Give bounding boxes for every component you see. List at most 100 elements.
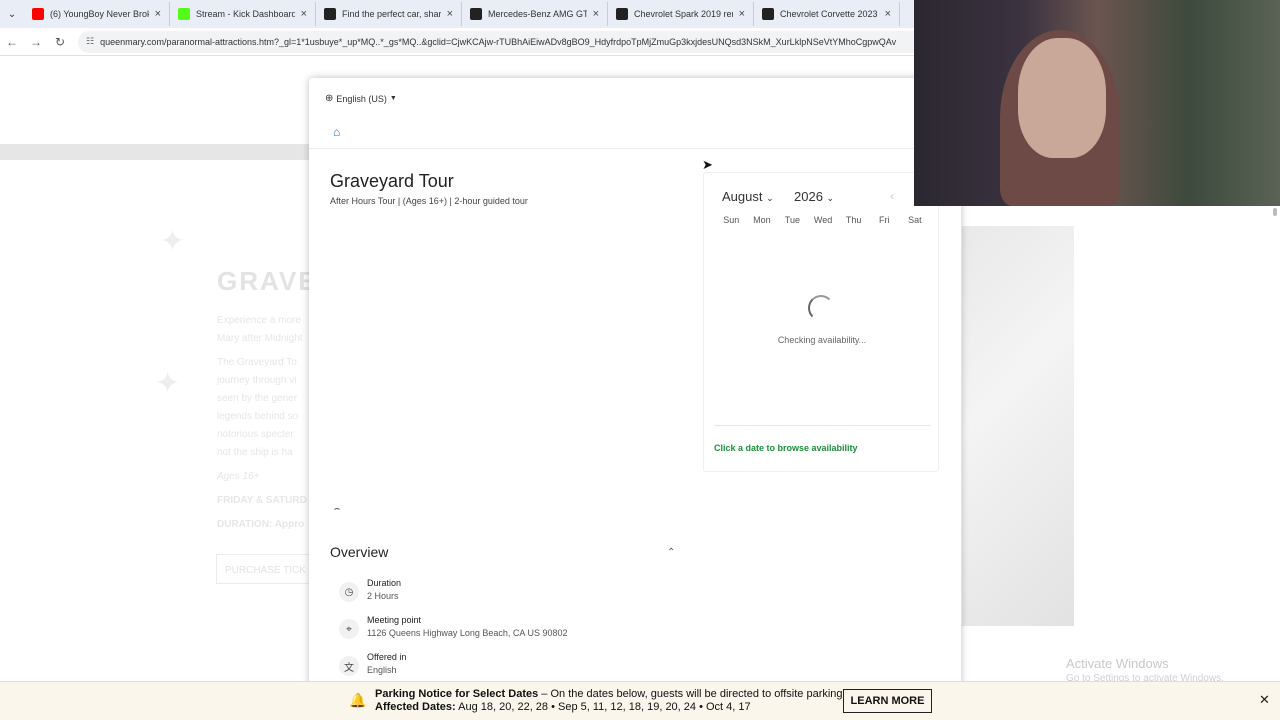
overview-item: ◷ Duration 2 Hours (339, 578, 401, 602)
background-text-line: Ages 16+ (217, 471, 260, 482)
tab-title: Stream - Kick Dashboard (196, 9, 295, 19)
weekday-label: Sat (908, 215, 922, 225)
home-icon[interactable]: ⌂ (333, 125, 340, 139)
overview-item-value: English (367, 665, 397, 675)
mouse-cursor-icon: ➤ (702, 157, 713, 172)
background-text-line: Mary after Midnight (217, 333, 303, 344)
weekday-header: Sun Mon Tue Wed Thu Fri Sat (716, 215, 930, 225)
tab-title: Chevrolet Spark 2019 renta (634, 9, 733, 19)
booking-modal: ⊕ English (US) ▼ ⌂ Graveyard Tour After … (309, 78, 961, 720)
background-text-line: notorious specter (217, 429, 294, 440)
tab-close-icon[interactable]: × (885, 8, 891, 20)
notice-line-1: Parking Notice for Select Dates – On the… (375, 688, 846, 700)
tab-title: Mercedes-Benz AMG GT 20 (488, 9, 587, 19)
background-text-line: The Graveyard To (217, 357, 297, 368)
background-page-title: GRAVE (217, 266, 318, 296)
year-select[interactable]: 2026 ⌄ (794, 189, 834, 204)
tab-favicon-icon (470, 8, 482, 20)
notice-description: – On the dates below, guests will be dir… (538, 688, 846, 700)
overview-item-label: Offered in (367, 652, 407, 662)
overview-item-value: 2 Hours (367, 591, 399, 601)
tab-close-icon[interactable]: × (155, 8, 161, 20)
notice-title: Parking Notice for Select Dates (375, 688, 539, 700)
year-label: 2026 (794, 189, 823, 204)
tab-close-icon[interactable]: × (301, 8, 307, 20)
collapse-chevron-up-icon[interactable]: ⌃ (667, 547, 675, 558)
weekday-label: Thu (845, 215, 862, 225)
tour-title: Graveyard Tour (330, 171, 454, 191)
weekday-label: Mon (753, 215, 771, 225)
tab-close-icon[interactable]: × (739, 8, 745, 20)
overview-item-label: Duration (367, 578, 402, 588)
tab-title: Chevrolet Corvette 2023 re (780, 9, 879, 19)
browse-availability-link[interactable]: Click a date to browse availability (714, 443, 858, 453)
webcam-person-face (1018, 38, 1106, 158)
language-selector[interactable]: ⊕ English (US) ▼ (325, 93, 397, 104)
tab-title: Find the perfect car, shared (342, 9, 441, 19)
tab-favicon-icon (762, 8, 774, 20)
tab-favicon-icon (32, 8, 44, 20)
back-arrow-icon[interactable]: ← (0, 35, 24, 49)
tab-favicon-icon (324, 8, 336, 20)
tab-search-chevron-icon[interactable]: ⌄ (0, 0, 24, 28)
overview-item: 文 Offered in English (339, 652, 406, 676)
reload-icon[interactable]: ↻ (48, 35, 72, 49)
tab-favicon-icon (616, 8, 628, 20)
language-label: English (US) (336, 93, 387, 104)
calendar-divider (714, 425, 930, 426)
tab-title: (6) YoungBoy Never Broke A (50, 9, 149, 19)
availability-status: Checking availability... (777, 335, 867, 345)
weekday-label: Fri (879, 215, 890, 225)
background-text-line: Experience a more (217, 315, 301, 326)
clock-icon: ◷ (339, 582, 359, 602)
header-divider (309, 148, 961, 149)
weekday-label: Tue (784, 215, 801, 225)
month-select[interactable]: August ⌄ (722, 189, 774, 204)
overview-item: ⌖ Meeting point 1126 Queens Highway Long B… (339, 615, 567, 639)
page-scrollbar[interactable] (1270, 206, 1280, 220)
star-decoration-icon: ✦ (160, 225, 186, 258)
browser-tab[interactable]: Stream - Kick Dashboard × (170, 2, 316, 26)
availability-calendar: August ⌄ 2026 ⌄ ‹ Sun Mon Tue Wed Thu Fri Sat … (703, 172, 939, 472)
tab-favicon-icon (178, 8, 190, 20)
background-text-line: FRIDAY & SATURD (217, 495, 307, 506)
small-loading-spinner-icon (333, 508, 341, 516)
tab-close-icon[interactable]: × (447, 8, 453, 20)
location-pin-icon: ⌖ (339, 619, 359, 639)
star-decoration-icon: ✦ (155, 367, 181, 400)
globe-icon: ⊕ (325, 93, 334, 104)
notice-line-2: Affected Dates: Aug 18, 20, 22, 28 • Sep… (375, 701, 751, 713)
browser-tab[interactable]: Chevrolet Spark 2019 renta × (608, 2, 754, 26)
url-text: queenmary.com/paranormal-attractions.htm… (100, 36, 897, 47)
background-text-line: DURATION: Appro (217, 519, 305, 530)
affected-dates-value: Aug 18, 20, 22, 28 • Sep 5, 11, 12, 18, … (455, 701, 751, 713)
close-icon[interactable]: ✕ (1259, 692, 1270, 708)
windows-watermark-title: Activate Windows (1066, 656, 1169, 671)
background-text-line: journey through vi (217, 375, 297, 386)
forward-arrow-icon[interactable]: → (24, 35, 48, 49)
weekday-label: Wed (813, 215, 833, 225)
site-info-icon[interactable]: ☷ (86, 36, 94, 47)
chevron-down-icon: ⌄ (766, 193, 774, 203)
tour-subtitle: After Hours Tour | (Ages 16+) | 2-hour g… (330, 196, 528, 206)
browser-tab[interactable]: Chevrolet Corvette 2023 re × (754, 2, 900, 26)
affected-dates-label: Affected Dates: (375, 701, 456, 713)
prev-month-chevron-icon[interactable]: ‹ (890, 189, 894, 203)
browser-tab[interactable]: (6) YoungBoy Never Broke A × (24, 2, 170, 26)
bell-icon: 🔔 (349, 692, 367, 708)
learn-more-button[interactable]: LEARN MORE (843, 689, 932, 713)
background-text-line: not the ship is ha (217, 447, 293, 458)
chevron-down-icon: ⌄ (826, 193, 835, 203)
background-ship-image (962, 226, 1074, 626)
month-label: August (722, 189, 763, 204)
background-text-line: legends behind so (217, 411, 299, 422)
tab-close-icon[interactable]: × (593, 8, 599, 20)
overview-heading: Overview (330, 544, 389, 560)
caret-down-icon: ▼ (389, 95, 397, 102)
translate-icon: 文 (339, 656, 359, 676)
browser-tab[interactable]: Find the perfect car, shared × (316, 2, 462, 26)
overview-item-label: Meeting point (367, 615, 422, 625)
overview-item-value: 1126 Queens Highway Long Beach, CA US 90… (367, 628, 568, 638)
browser-tab[interactable]: Mercedes-Benz AMG GT 20 × (462, 2, 608, 26)
loading-spinner-icon (808, 295, 834, 321)
